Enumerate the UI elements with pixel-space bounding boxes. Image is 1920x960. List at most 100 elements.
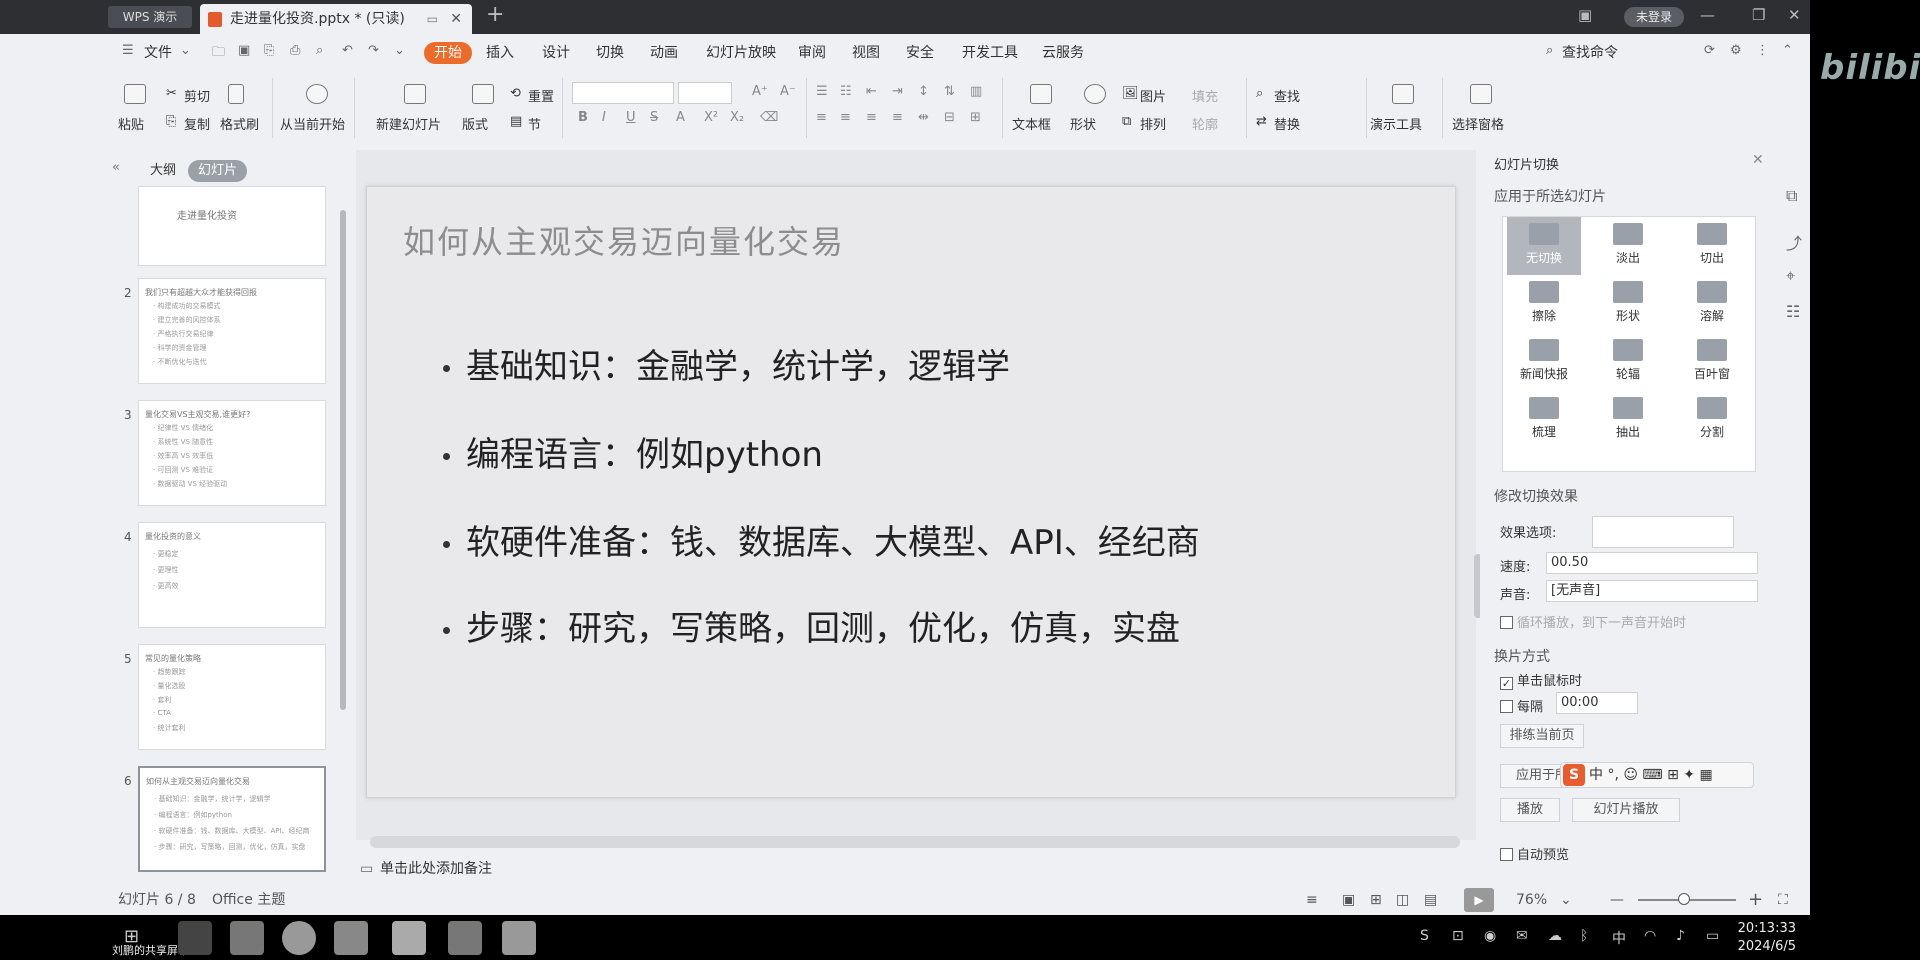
tab-outline[interactable]: 大纲 xyxy=(140,160,186,182)
bold-icon[interactable]: B xyxy=(578,110,588,125)
section-button[interactable]: 节 xyxy=(528,114,541,133)
layout-icon[interactable] xyxy=(472,84,494,104)
settings-icon[interactable]: ⚙ xyxy=(1730,43,1742,58)
window-layout-icon[interactable]: ▣ xyxy=(1578,6,1592,24)
slide-thumbnail-2[interactable]: 我们只有超越大众才能获得回报 · 构建成功的交易模式 · 建立完善的风控体系 ·… xyxy=(138,278,326,384)
superscript-icon[interactable]: X² xyxy=(704,110,718,125)
bluetooth-tray-icon[interactable]: ᛒ xyxy=(1580,928,1588,944)
paste-button[interactable]: 粘贴 xyxy=(118,114,144,133)
font-size-select[interactable] xyxy=(678,82,732,104)
play-slideshow-icon[interactable]: ▶ xyxy=(1464,888,1494,912)
from-current-button[interactable]: 从当前开始 xyxy=(280,114,345,133)
slide-thumbnail-4[interactable]: 量化投资的意义 · 更稳定 · 更理性 · 更高效 xyxy=(138,522,326,628)
arrange-button[interactable]: 排列 xyxy=(1140,114,1166,133)
document-tab[interactable]: 走进量化投资.pptx * (只读) ▭ ✕ xyxy=(200,4,472,34)
volume-tray-icon[interactable]: ♪ xyxy=(1676,928,1685,944)
distribute-icon[interactable]: ⇹ xyxy=(918,110,929,125)
print-icon[interactable]: ⎙ xyxy=(290,43,300,58)
outline-view-icon[interactable]: ▤ xyxy=(1424,886,1437,914)
zoom-slider-handle[interactable] xyxy=(1678,893,1690,905)
transition-newsflash[interactable]: 新闻快报 xyxy=(1507,333,1581,391)
present-tools-button[interactable]: 演示工具 xyxy=(1370,114,1422,133)
ime-punctuation[interactable]: °, xyxy=(1607,767,1618,783)
emoji-icon[interactable]: ☺ xyxy=(1623,767,1638,783)
slide-bullet[interactable]: 编程语言：例如python xyxy=(443,427,823,476)
picture-button[interactable]: 图片 xyxy=(1140,86,1166,105)
format-painter-icon[interactable] xyxy=(228,84,244,104)
cloud-tray-icon[interactable]: ☁ xyxy=(1548,928,1562,944)
speed-input[interactable]: 00.50 xyxy=(1546,552,1758,574)
shape-button[interactable]: 形状 xyxy=(1070,114,1096,133)
transition-blinds[interactable]: 百叶窗 xyxy=(1675,333,1749,391)
fill-button[interactable]: 填充 xyxy=(1192,86,1218,105)
present-tools-icon[interactable] xyxy=(1392,84,1414,104)
wifi-tray-icon[interactable]: ◠ xyxy=(1644,928,1656,944)
numbering-icon[interactable]: ☷ xyxy=(840,84,852,99)
align-right-icon[interactable]: ≡ xyxy=(866,110,877,125)
chart-app-icon[interactable] xyxy=(502,921,536,955)
find-button[interactable]: 查找 xyxy=(1274,86,1300,105)
grow-font-icon[interactable]: A⁺ xyxy=(752,84,768,99)
subscript-icon[interactable]: X₂ xyxy=(730,110,744,125)
font-color-icon[interactable]: A xyxy=(676,110,685,125)
align-center-icon[interactable]: ≡ xyxy=(840,110,851,125)
copy-button[interactable]: 复制 xyxy=(184,114,210,133)
loop-play-checkbox[interactable]: 循环播放，到下一声音开始时 xyxy=(1500,612,1686,631)
slide-bullet[interactable]: 软硬件准备：钱、数据库、大模型、API、经纪商 xyxy=(443,515,1200,564)
close-tab-icon[interactable]: ✕ xyxy=(450,4,462,34)
cut-button[interactable]: 剪切 xyxy=(184,86,210,105)
transition-comb[interactable]: 梳理 xyxy=(1507,391,1581,449)
sync-icon[interactable]: ⟳ xyxy=(1704,43,1715,58)
vertical-align-icon[interactable]: ⊟ xyxy=(944,110,955,125)
hamburger-icon[interactable]: ☰ xyxy=(122,43,134,58)
tab-security[interactable]: 安全 xyxy=(906,42,934,64)
pin-icon[interactable]: ⌖ xyxy=(1786,266,1795,286)
play-from-current-icon[interactable] xyxy=(306,84,328,104)
text-direction-icon[interactable]: ⇅ xyxy=(944,84,955,99)
app-logo[interactable]: WPS 演示 xyxy=(108,6,192,28)
transition-cut[interactable]: 切出 xyxy=(1675,217,1749,275)
slide-thumbnail-3[interactable]: 量化交易VS主观交易,谁更好? · 纪律性 VS 情绪化 · 系统性 VS 随意… xyxy=(138,400,326,506)
login-button[interactable]: 未登录 xyxy=(1624,7,1684,27)
slide-thumbnail-5[interactable]: 常见的量化策略 · 趋势跟踪 · 量化选股 · 套利 · CTA · 统计套利 xyxy=(138,644,326,750)
minimize-icon[interactable]: — xyxy=(1700,6,1715,24)
replace-button[interactable]: 替换 xyxy=(1274,114,1300,133)
zoom-menu-icon[interactable]: ⌄ xyxy=(1560,886,1572,914)
zoom-level[interactable]: 76% xyxy=(1516,886,1547,914)
selection-pane-button[interactable]: 选择窗格 xyxy=(1452,114,1504,133)
play-button[interactable]: 播放 xyxy=(1500,798,1560,822)
transition-split[interactable]: 分割 xyxy=(1675,391,1749,449)
taskbar-clock[interactable]: 20:13:33 2024/6/5 xyxy=(1736,920,1796,956)
slide-thumbnail-1[interactable]: 走进量化投资 xyxy=(138,186,326,266)
columns-icon[interactable]: ▥ xyxy=(970,84,982,99)
search-icon[interactable]: ⌕ xyxy=(1546,43,1553,58)
ime-lang[interactable]: 中 xyxy=(1589,767,1603,783)
notes-area[interactable]: ▭ 单击此处添加备注 xyxy=(356,856,1476,882)
reset-button[interactable]: 重置 xyxy=(528,86,554,105)
format-painter-button[interactable]: 格式刷 xyxy=(220,114,259,133)
picture-icon[interactable]: 🖼 xyxy=(1122,86,1139,101)
new-slide-icon[interactable] xyxy=(404,84,426,104)
rehearse-button[interactable]: 排练当前页 xyxy=(1500,724,1584,748)
search-command[interactable]: 查找命令 xyxy=(1562,42,1618,64)
font-family-select[interactable] xyxy=(572,82,674,104)
current-slide[interactable]: 如何从主观交易迈向量化交易 基础知识：金融学，统计学，逻辑学 编程语言：例如py… xyxy=(366,186,1456,798)
new-slide-button[interactable]: 新建幻灯片 xyxy=(376,114,441,133)
new-tab-button[interactable]: + xyxy=(486,2,504,27)
notes-app-icon[interactable] xyxy=(230,921,264,955)
sogou-tray-icon[interactable]: S xyxy=(1420,928,1429,944)
more-options-icon[interactable]: ⋮ xyxy=(1756,43,1769,58)
panel-scrollbar[interactable] xyxy=(340,210,346,710)
arrange-icon[interactable]: ⧉ xyxy=(1122,114,1131,129)
shrink-font-icon[interactable]: A⁻ xyxy=(780,84,796,99)
zoom-in-icon[interactable]: + xyxy=(1748,886,1763,914)
print-preview-icon[interactable]: ⌕ xyxy=(316,43,323,58)
transition-wipe[interactable]: 擦除 xyxy=(1507,275,1581,333)
slide-thumbnail-6[interactable]: 如何从主观交易迈向量化交易 · 基础知识：金融学，统计学，逻辑学 · 编程语言：… xyxy=(138,766,326,872)
align-left-icon[interactable]: ≡ xyxy=(816,110,827,125)
text-box-icon[interactable] xyxy=(1030,84,1052,104)
more-chevron-icon[interactable]: ⌄ xyxy=(394,43,405,58)
ime-tray-icon[interactable]: 中 xyxy=(1612,928,1626,948)
tab-slides[interactable]: 幻灯片 xyxy=(188,160,248,182)
outline-button[interactable]: 轮廓 xyxy=(1192,114,1218,133)
